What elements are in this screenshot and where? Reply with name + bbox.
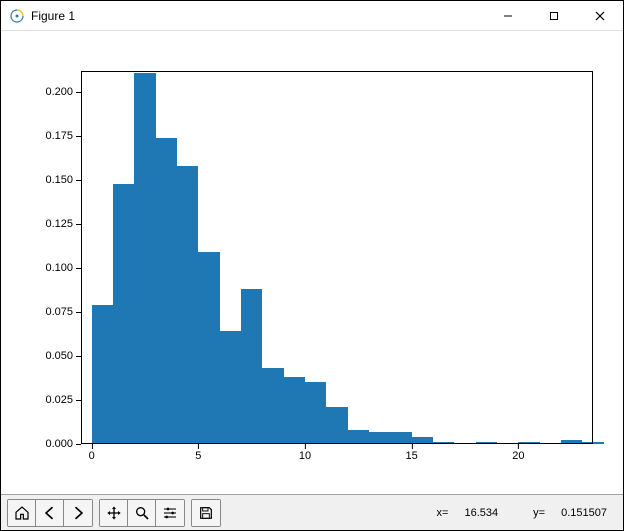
pan-button[interactable] (100, 500, 128, 526)
figure-canvas[interactable]: 0.000 0.025 0.050 0.075 0.100 0.125 0.150 0.175… (1, 31, 623, 494)
coord-y-label: y= (533, 507, 545, 519)
axes-frame (81, 71, 593, 444)
toolbar-group-file (191, 499, 221, 527)
y-tick-label: 0.025 (45, 394, 81, 406)
coord-y: y= 0.151507 (517, 507, 607, 519)
toolbar-group-view (99, 499, 185, 527)
zoom-button[interactable] (128, 500, 156, 526)
x-tick-label: 15 (406, 444, 418, 462)
axes: 0.0000.0250.0500.0750.1000.1250.1500.175… (81, 71, 593, 444)
y-tick-label: 0.175 (45, 130, 81, 142)
save-button[interactable] (192, 500, 220, 526)
home-button[interactable] (8, 500, 36, 526)
coord-x-value: 16.534 (464, 507, 498, 519)
y-tick-label: 0.200 (45, 86, 81, 98)
y-tick-label: 0.075 (45, 306, 81, 318)
minimize-button[interactable] (485, 1, 531, 30)
configure-subplots-button[interactable] (156, 500, 184, 526)
cursor-coordinates: x= 16.534 y= 0.151507 (405, 507, 617, 519)
y-tick-label: 0.150 (45, 174, 81, 186)
x-tick-label: 10 (299, 444, 311, 462)
back-button[interactable] (36, 500, 64, 526)
toolbar-group-nav (7, 499, 93, 527)
forward-button[interactable] (64, 500, 92, 526)
close-button[interactable] (577, 1, 623, 30)
coord-x: x= 16.534 (421, 507, 499, 519)
x-tick-label: 0 (89, 444, 95, 462)
y-tick-label: 0.050 (45, 350, 81, 362)
maximize-button[interactable] (531, 1, 577, 30)
y-tick-label: 0.125 (45, 218, 81, 230)
x-tick-label: 20 (512, 444, 524, 462)
y-tick-label: 0.100 (45, 262, 81, 274)
navigation-toolbar: x= 16.534 y= 0.151507 (1, 494, 623, 530)
x-tick-label: 5 (195, 444, 201, 462)
coord-x-label: x= (437, 507, 449, 519)
title-bar: Figure 1 (1, 1, 623, 31)
app-icon (9, 8, 25, 24)
window-controls (485, 1, 623, 30)
y-tick-label: 0.000 (45, 438, 81, 450)
coord-y-value: 0.151507 (561, 507, 607, 519)
window-title: Figure 1 (31, 9, 485, 23)
